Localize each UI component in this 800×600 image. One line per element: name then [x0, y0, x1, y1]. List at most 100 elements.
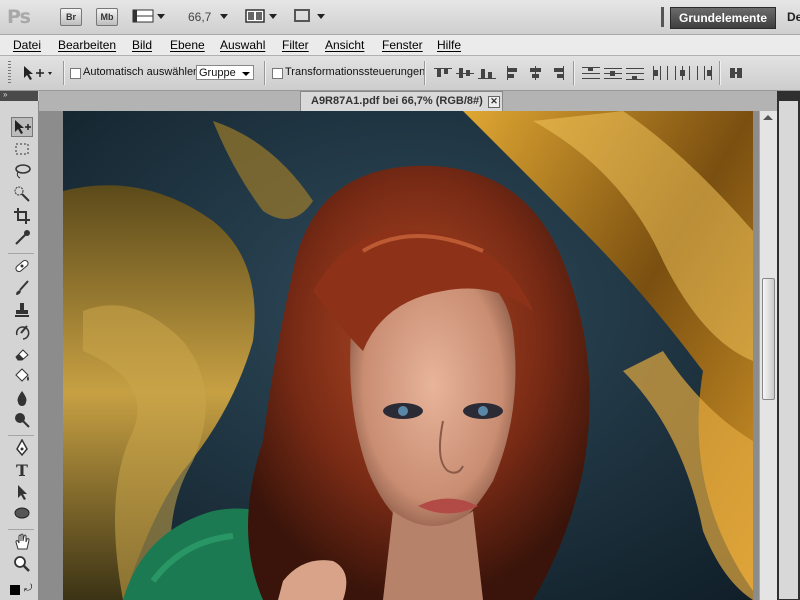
scroll-up-icon[interactable] [763, 115, 773, 120]
menu-ebene[interactable]: Ebene [170, 38, 205, 52]
pen-icon [16, 438, 28, 457]
chevron-down-icon[interactable] [220, 14, 228, 19]
align-bottom-edges-icon[interactable] [478, 66, 496, 80]
lasso-icon [15, 164, 31, 179]
distribute-top-icon[interactable] [582, 66, 600, 80]
options-bar: Automatisch auswählen: Gruppe Transforma… [0, 56, 800, 91]
arrange-icon [245, 9, 265, 23]
divider [8, 253, 34, 254]
divider [719, 61, 721, 85]
document-tab[interactable]: A9R87A1.pdf bei 66,7% (RGB/8#) ✕ [300, 91, 503, 111]
menu-fenster[interactable]: Fenster [382, 38, 423, 52]
swap-colors-icon[interactable]: ⤾ [24, 583, 32, 594]
divider [264, 61, 266, 85]
auto-align-layers-icon[interactable] [727, 66, 745, 80]
clone-stamp-tool-button[interactable] [11, 301, 33, 321]
menu-auswahl[interactable]: Auswahl [220, 38, 265, 52]
auto-select-label: Automatisch auswählen: [83, 66, 203, 78]
photoshop-logo: Ps [7, 6, 31, 28]
foreground-color-swatch[interactable] [10, 585, 20, 595]
zoom-level[interactable]: 66,7 [188, 10, 211, 24]
panel-dock-strip[interactable] [779, 101, 798, 599]
vertical-scrollbar[interactable] [759, 111, 777, 600]
type-icon: T [16, 461, 28, 480]
rectangular-marquee-icon [15, 143, 29, 155]
workspace-next-button[interactable]: De [787, 10, 800, 24]
eyedropper-tool-button[interactable] [11, 229, 33, 249]
divider [8, 529, 34, 530]
marquee-tool-button[interactable] [11, 141, 33, 161]
crop-icon [14, 208, 30, 224]
close-icon[interactable]: ✕ [488, 96, 500, 108]
drop-icon [17, 391, 27, 406]
tools-panel-header[interactable]: » [0, 90, 38, 101]
history-brush-icon [15, 325, 30, 340]
align-horizontal-centers-icon[interactable] [527, 66, 545, 80]
lasso-tool-button[interactable] [11, 163, 33, 183]
tool-preset-picker[interactable] [22, 64, 56, 82]
brush-tool-button[interactable] [11, 279, 33, 299]
distribute-left-icon[interactable] [652, 66, 670, 80]
align-vertical-centers-icon[interactable] [456, 66, 474, 80]
paint-bucket-tool-button[interactable] [11, 367, 33, 387]
pen-tool-button[interactable] [11, 438, 33, 459]
distribute-right-icon[interactable] [696, 66, 714, 80]
blur-tool-button[interactable] [11, 389, 33, 409]
divider [63, 61, 65, 85]
eraser-tool-button[interactable] [11, 345, 33, 365]
auto-select-value: Gruppe [199, 67, 236, 79]
scrollbar-thumb[interactable] [762, 278, 775, 401]
brush-icon [16, 280, 29, 295]
view-extras-button[interactable] [132, 9, 154, 23]
chevron-down-icon [242, 72, 250, 76]
collapse-icon: » [3, 90, 8, 99]
dodge-icon [15, 413, 30, 428]
shape-tool-button[interactable] [11, 505, 33, 525]
align-top-edges-icon[interactable] [434, 66, 452, 80]
document-canvas[interactable] [63, 111, 753, 600]
move-icon [15, 120, 31, 134]
align-left-edges-icon[interactable] [505, 66, 523, 80]
move-tool-button[interactable] [11, 117, 33, 137]
paint-bucket-icon [15, 368, 29, 382]
eyedropper-icon [15, 230, 30, 245]
hand-tool-button[interactable] [11, 533, 33, 553]
quick-selection-icon [14, 186, 30, 202]
distribute-bottom-icon[interactable] [626, 66, 644, 80]
distribute-vertical-centers-icon[interactable] [604, 66, 622, 80]
chevron-down-icon[interactable] [269, 14, 277, 19]
transform-controls-checkbox[interactable] [272, 68, 283, 79]
quick-selection-tool-button[interactable] [11, 185, 33, 205]
menu-bearbeiten[interactable]: Bearbeiten [58, 38, 116, 52]
type-tool-button[interactable]: T [11, 461, 33, 481]
auto-select-checkbox[interactable] [70, 68, 81, 79]
zoom-tool-button[interactable] [11, 555, 33, 575]
menu-hilfe[interactable]: Hilfe [437, 38, 461, 52]
align-right-edges-icon[interactable] [549, 66, 567, 80]
magnifier-icon [14, 556, 30, 572]
path-selection-icon [18, 485, 27, 500]
panel-dock [777, 91, 800, 600]
crop-tool-button[interactable] [11, 207, 33, 227]
application-bar: Ps Br Mb 66,7 Grundelemente De [0, 0, 800, 35]
screen-mode-icon[interactable] [294, 9, 310, 22]
path-selection-tool-button[interactable] [11, 483, 33, 503]
healing-brush-tool-button[interactable] [11, 257, 33, 277]
divider [8, 435, 34, 436]
menu-bild[interactable]: Bild [132, 38, 152, 52]
arrange-documents-button[interactable] [245, 9, 265, 23]
workspace-button[interactable]: Grundelemente [670, 7, 776, 29]
bridge-button[interactable]: Br [60, 8, 82, 26]
bandage-icon [15, 259, 29, 273]
options-bar-grip[interactable] [8, 61, 11, 85]
menu-ansicht[interactable]: Ansicht [325, 38, 364, 52]
menu-filter[interactable]: Filter [282, 38, 309, 52]
dodge-tool-button[interactable] [11, 411, 33, 431]
mini-bridge-button[interactable]: Mb [96, 8, 118, 26]
chevron-down-icon[interactable] [317, 14, 325, 19]
auto-select-dropdown[interactable]: Gruppe [196, 65, 254, 80]
distribute-horizontal-centers-icon[interactable] [674, 66, 692, 80]
menu-datei[interactable]: Datei [13, 38, 41, 52]
history-brush-tool-button[interactable] [11, 323, 33, 343]
chevron-down-icon[interactable] [157, 14, 165, 19]
